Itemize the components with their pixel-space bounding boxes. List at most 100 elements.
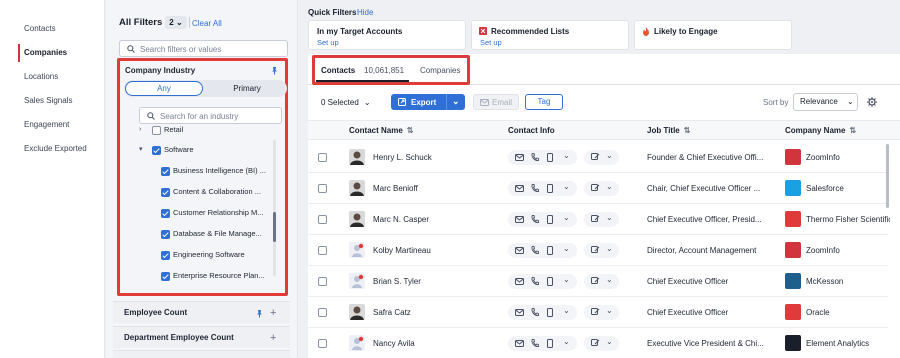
row-checkbox[interactable] [318, 277, 327, 286]
table-row[interactable]: Marc N. Casper ⌄ ⌄ Chief Executive Offic… [308, 204, 890, 235]
sort-icon[interactable]: ⇅ [684, 126, 691, 135]
email-button[interactable]: Email [473, 94, 519, 110]
sequence-icon[interactable] [591, 277, 600, 286]
industry-checkbox[interactable] [161, 272, 170, 281]
industry-checkbox[interactable] [161, 167, 170, 176]
row-checkbox[interactable] [318, 308, 327, 317]
industry-checkbox[interactable] [152, 146, 161, 155]
company-name[interactable]: Oracle [806, 308, 890, 317]
phone-icon[interactable] [531, 339, 539, 348]
sequence-icon[interactable] [591, 215, 600, 224]
industry-search-input[interactable]: Search for an industry [139, 107, 282, 124]
industry-checkbox[interactable] [161, 251, 170, 260]
table-row[interactable]: Henry L. Schuck ⌄ ⌄ Founder & Chief Exec… [308, 142, 888, 173]
company-name[interactable]: Element Analytics [806, 339, 890, 348]
industry-item[interactable]: Business Intelligence (BI) ... [161, 164, 321, 178]
mobile-icon[interactable] [547, 277, 553, 286]
chevron-down-icon[interactable]: ▾ [139, 143, 143, 157]
gear-icon[interactable] [867, 97, 877, 107]
chevron-down-icon[interactable]: ⌄ [606, 337, 613, 346]
company-name[interactable]: Thermo Fisher Scientific [806, 215, 890, 224]
chevron-right-icon[interactable]: › [139, 123, 141, 137]
mail-icon[interactable] [515, 185, 524, 192]
nav-item-exclude-exported[interactable]: Exclude Exported [18, 142, 104, 156]
row-checkbox[interactable] [318, 339, 327, 348]
plus-icon[interactable]: + [270, 327, 276, 349]
export-button[interactable]: Export ⌄ [391, 94, 465, 110]
table-scrollbar[interactable] [886, 144, 889, 208]
quick-filters-hide-link[interactable]: Hide [357, 8, 373, 17]
filter-search-input[interactable]: Search filters or values [119, 40, 288, 57]
contact-name[interactable]: Kolby Martineau [373, 246, 431, 255]
nav-item-locations[interactable]: Locations [18, 70, 104, 84]
mobile-icon[interactable] [547, 215, 553, 224]
phone-icon[interactable] [531, 308, 539, 317]
industry-checkbox[interactable] [152, 126, 161, 135]
quick-filter-setup-link[interactable]: Set up [480, 38, 502, 47]
chevron-down-icon[interactable]: ⌄ [606, 306, 613, 315]
pin-icon[interactable] [270, 66, 279, 75]
chevron-down-icon[interactable]: ⌄ [563, 213, 570, 222]
industry-item[interactable]: Content & Collaboration ... [161, 185, 321, 199]
table-row[interactable]: Nancy Avila ⌄ ⌄ Executive Vice President… [308, 328, 888, 358]
nav-item-contacts[interactable]: Contacts [18, 22, 104, 36]
industry-item[interactable]: Engineering Software [161, 248, 321, 262]
sequence-icon[interactable] [591, 153, 600, 162]
mail-icon[interactable] [515, 340, 524, 347]
phone-icon[interactable] [531, 184, 539, 193]
phone-icon[interactable] [531, 215, 539, 224]
selection-dropdown[interactable]: 0 Selected ⌄ [321, 98, 371, 107]
chevron-down-icon[interactable]: ⌄ [606, 244, 613, 253]
phone-icon[interactable] [531, 246, 539, 255]
industry-checkbox[interactable] [161, 188, 170, 197]
contact-name[interactable]: Marc N. Casper [373, 215, 429, 224]
mail-icon[interactable] [515, 278, 524, 285]
chevron-down-icon[interactable]: ⌄ [606, 213, 613, 222]
phone-icon[interactable] [531, 153, 539, 162]
filter-section-employee-count[interactable]: Employee Count + [113, 301, 290, 323]
mobile-icon[interactable] [547, 308, 553, 317]
sequence-icon[interactable] [591, 308, 600, 317]
filter-section-department-employee-count[interactable]: Department Employee Count + [113, 326, 290, 348]
mail-icon[interactable] [515, 309, 524, 316]
row-checkbox[interactable] [318, 246, 327, 255]
chevron-down-icon[interactable]: ⌄ [452, 96, 460, 107]
chevron-down-icon[interactable]: ⌄ [563, 151, 570, 160]
industry-checkbox[interactable] [161, 230, 170, 239]
mail-icon[interactable] [515, 247, 524, 254]
mobile-icon[interactable] [547, 184, 553, 193]
contact-name[interactable]: Brian S. Tyler [373, 277, 421, 286]
mobile-icon[interactable] [547, 153, 553, 162]
table-row[interactable]: Safra Catz ⌄ ⌄ Chief Executive Officer O… [308, 297, 888, 328]
toggle-any[interactable]: Any [125, 81, 203, 96]
chevron-down-icon[interactable]: ⌄ [563, 306, 570, 315]
industry-item-retail[interactable]: › Retail [139, 123, 299, 137]
contact-name[interactable]: Henry L. Schuck [373, 153, 432, 162]
header-contact-name[interactable]: Contact Name ⇅ [349, 126, 414, 135]
sort-select[interactable]: Relevance ⌄ [793, 93, 858, 111]
table-row[interactable]: Kolby Martineau ⌄ ⌄ Director, Account Ma… [308, 235, 888, 266]
chevron-down-icon[interactable]: ⌄ [563, 244, 570, 253]
quick-filter-setup-link[interactable]: Set up [317, 38, 339, 47]
industry-item[interactable]: Database & File Manage... [161, 227, 321, 241]
filter-count-chip[interactable]: 2 ⌄ [165, 16, 187, 29]
clear-all-link[interactable]: Clear All [192, 19, 222, 28]
quick-filter-likely-to-engage[interactable]: Likely to Engage [634, 20, 792, 50]
contact-name[interactable]: Safra Catz [373, 308, 411, 317]
table-row[interactable]: Marc Benioff ⌄ ⌄ Chair, Chief Executive … [308, 173, 888, 204]
row-checkbox[interactable] [318, 215, 327, 224]
phone-icon[interactable] [531, 277, 539, 286]
company-name[interactable]: ZoomInfo [806, 153, 890, 162]
mobile-icon[interactable] [547, 339, 553, 348]
chevron-down-icon[interactable]: ⌄ [563, 275, 570, 284]
sort-icon[interactable]: ⇅ [849, 126, 856, 135]
table-row[interactable]: Brian S. Tyler ⌄ ⌄ Chief Executive Offic… [308, 266, 888, 297]
sort-icon[interactable]: ⇅ [407, 126, 414, 135]
industry-item[interactable]: Enterprise Resource Plan... [161, 269, 321, 283]
row-checkbox[interactable] [318, 153, 327, 162]
header-job-title[interactable]: Job Title ⇅ [647, 126, 690, 135]
row-checkbox[interactable] [318, 184, 327, 193]
quick-filter-target-accounts[interactable]: In my Target Accounts Set up [308, 20, 466, 50]
company-name[interactable]: ZoomInfo [806, 246, 890, 255]
chevron-down-icon[interactable]: ⌄ [563, 337, 570, 346]
